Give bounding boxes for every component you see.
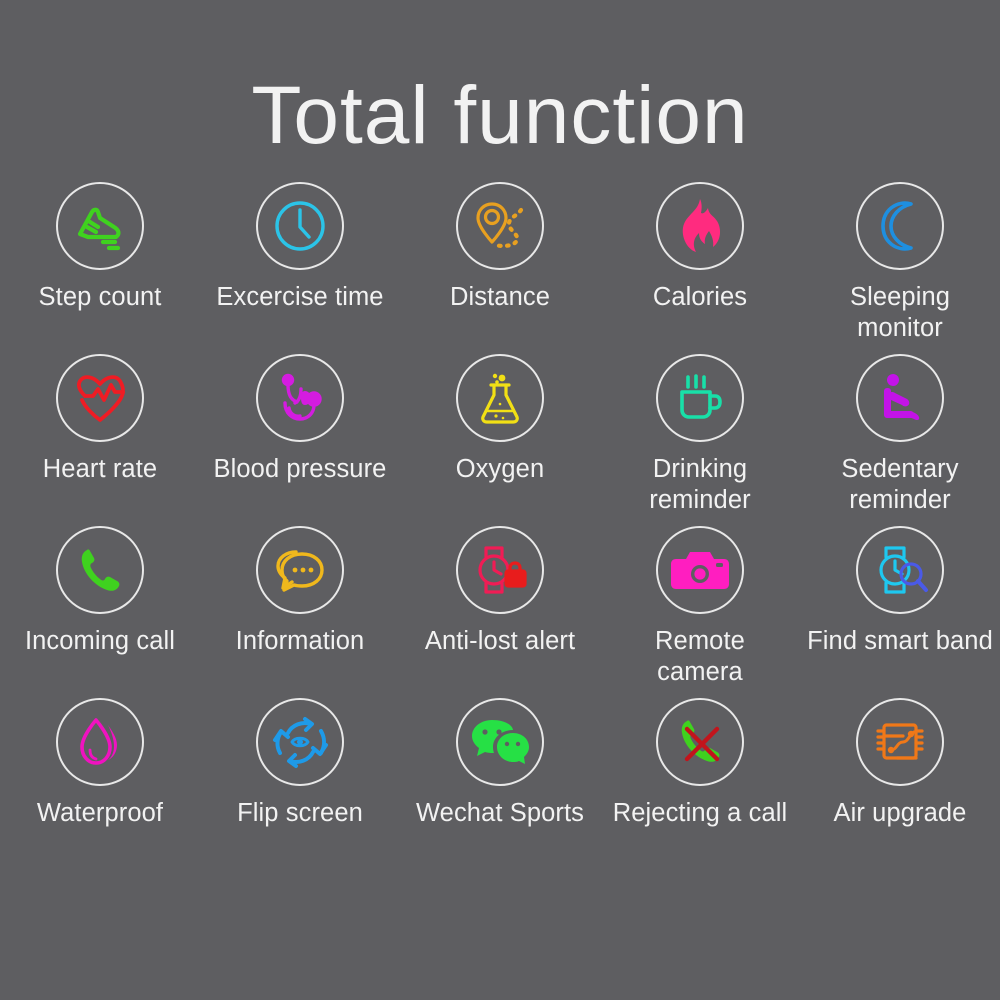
phone-handset-icon bbox=[56, 526, 144, 614]
crescent-moon-icon bbox=[856, 182, 944, 270]
coffee-cup-icon bbox=[656, 354, 744, 442]
map-pin-route-icon bbox=[456, 182, 544, 270]
running-shoe-icon bbox=[56, 182, 144, 270]
feature-row: Incoming call Information Anti-lost aler… bbox=[0, 526, 1000, 698]
sitting-person-icon bbox=[856, 354, 944, 442]
feature-label: Wechat Sports bbox=[415, 799, 585, 827]
feature-label: Remote camera bbox=[655, 627, 745, 686]
feature-item-heart-rate[interactable]: Heart rate bbox=[0, 354, 200, 485]
feature-label: Sedentary reminder bbox=[841, 455, 959, 514]
water-drop-icon bbox=[56, 698, 144, 786]
feature-item-calories[interactable]: Calories bbox=[600, 182, 800, 313]
feature-item-sedentary-reminder[interactable]: Sedentary reminder bbox=[800, 354, 1000, 516]
feature-label: Air upgrade bbox=[833, 799, 967, 827]
feature-label: Rejecting a call bbox=[612, 799, 788, 827]
feature-item-anti-lost-alert[interactable]: Anti-lost alert bbox=[400, 526, 600, 657]
feature-label: Heart rate bbox=[42, 455, 158, 483]
feature-item-remote-camera[interactable]: Remote camera bbox=[600, 526, 800, 688]
feature-label: Flip screen bbox=[237, 799, 363, 827]
feature-item-excercise-time[interactable]: Excercise time bbox=[200, 182, 400, 313]
feature-label: Blood pressure bbox=[213, 455, 387, 483]
feature-label: Incoming call bbox=[24, 627, 176, 655]
heart-pulse-icon bbox=[56, 354, 144, 442]
feature-label: Distance bbox=[449, 283, 550, 311]
feature-item-rejecting-a-call[interactable]: Rejecting a call bbox=[600, 698, 800, 829]
watch-lock-icon bbox=[456, 526, 544, 614]
feature-item-air-upgrade[interactable]: Air upgrade bbox=[800, 698, 1000, 829]
flask-icon bbox=[456, 354, 544, 442]
phone-reject-icon bbox=[656, 698, 744, 786]
flame-icon bbox=[656, 182, 744, 270]
feature-item-flip-screen[interactable]: Flip screen bbox=[200, 698, 400, 829]
feature-item-drinking-reminder[interactable]: Drinking reminder bbox=[600, 354, 800, 516]
feature-label: Information bbox=[235, 627, 365, 655]
feature-item-oxygen[interactable]: Oxygen bbox=[400, 354, 600, 485]
feature-label: Sleeping monitor bbox=[849, 283, 951, 342]
feature-label: Drinking reminder bbox=[649, 455, 751, 514]
watch-search-icon bbox=[856, 526, 944, 614]
feature-item-information[interactable]: Information bbox=[200, 526, 400, 657]
feature-row: Heart rate Blood pressure Oxygen Drinkin… bbox=[0, 354, 1000, 526]
feature-row: Waterproof Flip screen Wechat Sports Rej… bbox=[0, 698, 1000, 870]
feature-label: Find smart band bbox=[807, 627, 993, 655]
clock-icon bbox=[256, 182, 344, 270]
wechat-bubbles-icon bbox=[456, 698, 544, 786]
feature-item-step-count[interactable]: Step count bbox=[0, 182, 200, 313]
feature-label: Step count bbox=[38, 283, 162, 311]
camera-icon bbox=[656, 526, 744, 614]
feature-item-sleeping-monitor[interactable]: Sleeping monitor bbox=[800, 182, 1000, 344]
flip-rotate-eye-icon bbox=[256, 698, 344, 786]
feature-item-blood-pressure[interactable]: Blood pressure bbox=[200, 354, 400, 485]
function-overview-poster: Total function Step count Excercise time… bbox=[0, 0, 1000, 1000]
chat-bubbles-icon bbox=[256, 526, 344, 614]
feature-item-distance[interactable]: Distance bbox=[400, 182, 600, 313]
stethoscope-icon bbox=[256, 354, 344, 442]
feature-label: Waterproof bbox=[36, 799, 164, 827]
feature-label: Excercise time bbox=[216, 283, 384, 311]
page-title: Total function bbox=[251, 70, 749, 161]
feature-label: Anti-lost alert bbox=[424, 627, 576, 655]
chip-upgrade-icon bbox=[856, 698, 944, 786]
feature-item-find-smart-band[interactable]: Find smart band bbox=[800, 526, 1000, 657]
feature-label: Calories bbox=[652, 283, 748, 311]
feature-label: Oxygen bbox=[455, 455, 545, 483]
feature-item-wechat-sports[interactable]: Wechat Sports bbox=[400, 698, 600, 829]
feature-item-incoming-call[interactable]: Incoming call bbox=[0, 526, 200, 657]
feature-grid: Step count Excercise time Distance Calor… bbox=[0, 182, 1000, 870]
feature-row: Step count Excercise time Distance Calor… bbox=[0, 182, 1000, 354]
feature-item-waterproof[interactable]: Waterproof bbox=[0, 698, 200, 829]
